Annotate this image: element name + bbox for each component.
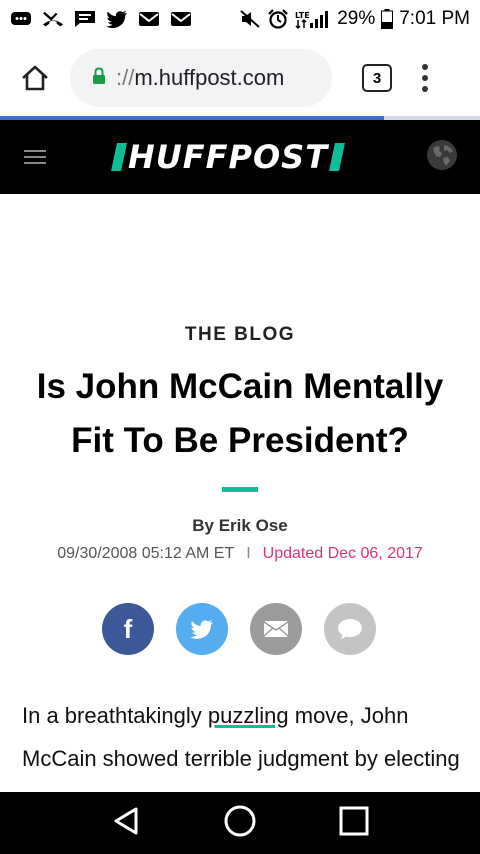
gmail-icon	[138, 10, 160, 28]
url-bar[interactable]: ://m.huffpost.com	[70, 49, 332, 107]
inline-link[interactable]: puzzling	[208, 703, 289, 728]
signal-icon: LTE	[295, 10, 331, 29]
updated-date: Updated Dec 06, 2017	[262, 545, 423, 562]
menu-icon[interactable]	[24, 150, 46, 164]
site-header: HUFFPOST	[0, 120, 480, 194]
overflow-menu-button[interactable]	[422, 64, 428, 92]
article-body: In a breathtakingly puzzling move, John …	[22, 694, 462, 792]
status-time: 7:01 PM	[399, 8, 470, 29]
headline-divider	[222, 487, 258, 492]
menu-dot	[422, 64, 428, 70]
comment-share-button[interactable]	[324, 603, 376, 655]
share-buttons: f	[102, 603, 376, 655]
gmail-icon	[170, 10, 192, 28]
battery-percent: 29%	[337, 8, 376, 29]
article-headline: Is John McCain Mentally Fit To Be Presid…	[36, 367, 444, 460]
alarm-icon	[267, 9, 289, 29]
twitter-icon	[190, 620, 213, 639]
facebook-icon: f	[123, 613, 133, 644]
twitter-share-button[interactable]	[176, 603, 228, 655]
body-text: In a breathtakingly	[22, 703, 208, 728]
email-share-button[interactable]	[250, 603, 302, 655]
logo-text: HUFFPOST	[128, 138, 329, 176]
article: THE BLOG Is John McCain Mentally Fit To …	[0, 194, 480, 792]
url-host: m.huffpost.com	[134, 65, 285, 90]
status-bar: LTE 29% 7:01 PM	[0, 0, 480, 38]
missed-call-icon	[42, 10, 64, 28]
facebook-share-button[interactable]: f	[102, 603, 154, 655]
logo-accent-bar	[329, 143, 345, 171]
globe-icon[interactable]	[426, 139, 458, 176]
system-nav-bar	[0, 792, 480, 854]
battery-icon	[381, 9, 394, 29]
comment-icon	[338, 619, 362, 639]
twitter-icon	[106, 10, 128, 28]
mute-icon	[239, 10, 261, 28]
browser-toolbar: ://m.huffpost.com 3	[0, 38, 480, 118]
message-icon	[10, 10, 32, 28]
svg-text:LTE: LTE	[295, 11, 310, 20]
recents-icon[interactable]	[338, 805, 370, 842]
menu-dot	[422, 75, 428, 81]
chat-icon	[74, 10, 96, 28]
home-button[interactable]	[0, 64, 70, 92]
tab-switcher-button[interactable]: 3	[362, 64, 392, 92]
section-label[interactable]: THE BLOG	[0, 324, 480, 346]
home-icon[interactable]	[223, 804, 257, 843]
home-icon	[22, 65, 48, 91]
back-icon[interactable]	[110, 805, 142, 842]
dateline: 09/30/2008 05:12 AM ET I Updated Dec 06, 2…	[0, 545, 480, 563]
huffpost-logo[interactable]: HUFFPOST	[110, 138, 346, 176]
email-icon	[263, 621, 289, 637]
byline[interactable]: By Erik Ose	[0, 516, 480, 536]
published-date: 09/30/2008 05:12 AM ET	[57, 545, 235, 562]
menu-dot	[422, 86, 428, 92]
logo-accent-bar	[111, 143, 127, 171]
lock-icon	[92, 65, 106, 91]
url-scheme: ://	[116, 65, 135, 90]
date-separator: I	[246, 545, 251, 562]
